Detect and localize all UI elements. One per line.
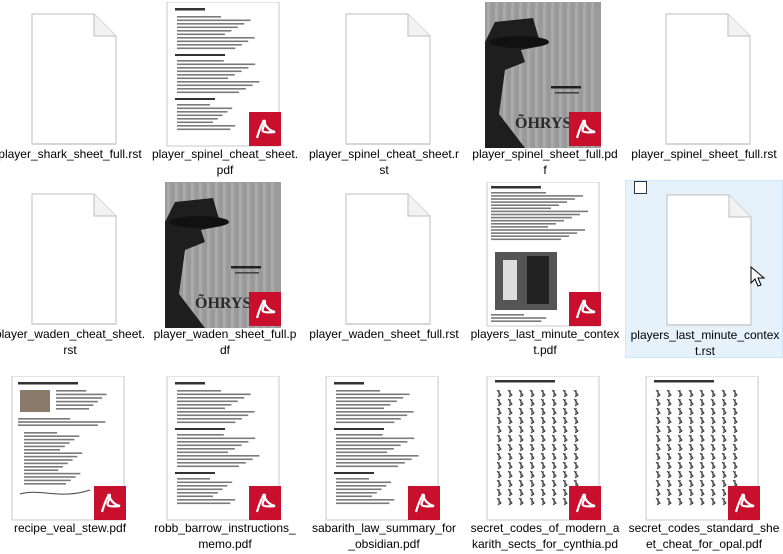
file-name-label: recipe_veal_stew.pdf	[13, 521, 127, 535]
pdf-thumbnail[interactable]	[324, 376, 444, 522]
file-name-label: sabarith_law_summary_for _obsidian.pdf	[311, 521, 457, 551]
pdf-badge-icon	[569, 292, 601, 326]
blank-document-icon	[345, 193, 431, 325]
pdf-badge-icon	[249, 112, 281, 146]
pdf-badge-icon	[94, 486, 126, 520]
mouse-pointer-icon	[750, 266, 766, 287]
blank-document-icon	[666, 194, 752, 326]
file-item[interactable]: player_spinel_cheat_sheet. pdf	[146, 0, 304, 178]
file-item[interactable]: player_shark_sheet_full.rst	[0, 0, 149, 178]
pdf-thumbnail[interactable]	[165, 376, 285, 522]
file-name-label: player_spinel_sheet_full.pd f	[472, 147, 618, 177]
file-item[interactable]: ÕHRYSA player_spinel_sheet_full.pd f	[466, 0, 624, 178]
pdf-thumbnail[interactable]: ÕHRYSA	[165, 182, 285, 328]
pdf-thumbnail[interactable]	[485, 376, 605, 522]
file-item[interactable]: ÕHRYSA player_waden_sheet_full.p df	[146, 180, 304, 358]
pdf-thumbnail[interactable]	[485, 182, 605, 328]
file-item[interactable]: sabarith_law_summary_for _obsidian.pdf	[305, 374, 463, 552]
blank-document-icon[interactable]	[645, 183, 765, 329]
file-name-label: player_spinel_sheet_full.rst	[631, 147, 777, 161]
pdf-badge-icon	[408, 486, 440, 520]
pdf-badge-icon	[728, 486, 760, 520]
blank-document-icon	[665, 13, 751, 145]
file-item[interactable]: player_spinel_cheat_sheet.r st	[305, 0, 463, 178]
file-name-label: secret_codes_of_modern_a karith_sects_fo…	[470, 521, 620, 551]
blank-document-icon[interactable]	[644, 2, 764, 148]
file-item[interactable]: player_waden_cheat_sheet. rst	[0, 180, 149, 358]
pdf-thumbnail[interactable]: ÕHRYSA	[485, 2, 605, 148]
file-name-label: player_waden_sheet_full.rst	[309, 327, 459, 341]
blank-document-icon	[345, 13, 431, 145]
pdf-badge-icon	[249, 292, 281, 326]
pdf-badge-icon	[569, 486, 601, 520]
file-name-label: player_waden_sheet_full.p df	[153, 327, 297, 357]
file-item[interactable]: player_waden_sheet_full.rst	[305, 180, 463, 358]
file-name-label: secret_codes_standard_she et_cheat_for_o…	[628, 521, 780, 551]
blank-document-icon[interactable]	[324, 2, 444, 148]
pdf-badge-icon	[569, 112, 601, 146]
file-name-label: players_last_minute_contex t.pdf	[470, 327, 620, 357]
pdf-badge-icon	[249, 486, 281, 520]
file-name-label: player_spinel_cheat_sheet.r st	[308, 147, 460, 177]
file-item[interactable]: robb_barrow_instructions_ memo.pdf	[146, 374, 304, 552]
blank-document-icon[interactable]	[324, 182, 444, 328]
blank-document-icon	[31, 13, 117, 145]
blank-document-icon[interactable]	[10, 2, 130, 148]
file-item[interactable]: recipe_veal_stew.pdf	[0, 374, 149, 552]
file-item[interactable]: player_spinel_sheet_full.rst	[625, 0, 783, 178]
file-name-label: player_spinel_cheat_sheet. pdf	[151, 147, 299, 177]
blank-document-icon[interactable]	[10, 182, 130, 328]
file-name-label: player_waden_cheat_sheet. rst	[0, 327, 146, 357]
pdf-thumbnail[interactable]	[644, 376, 764, 522]
blank-document-icon	[31, 193, 117, 325]
file-item[interactable]: secret_codes_of_modern_a karith_sects_fo…	[466, 374, 624, 552]
pdf-thumbnail[interactable]	[10, 376, 130, 522]
file-name-label: robb_barrow_instructions_ memo.pdf	[154, 521, 296, 551]
file-grid: player_shark_sheet_full.rst player_spine…	[0, 0, 783, 554]
pdf-thumbnail[interactable]	[165, 2, 285, 148]
file-name-label: player_shark_sheet_full.rst	[0, 147, 142, 161]
file-item[interactable]: secret_codes_standard_she et_cheat_for_o…	[625, 374, 783, 552]
file-item[interactable]: players_last_minute_contex t.pdf	[466, 180, 624, 358]
file-name-label: players_last_minute_contex t.rst	[630, 328, 780, 358]
